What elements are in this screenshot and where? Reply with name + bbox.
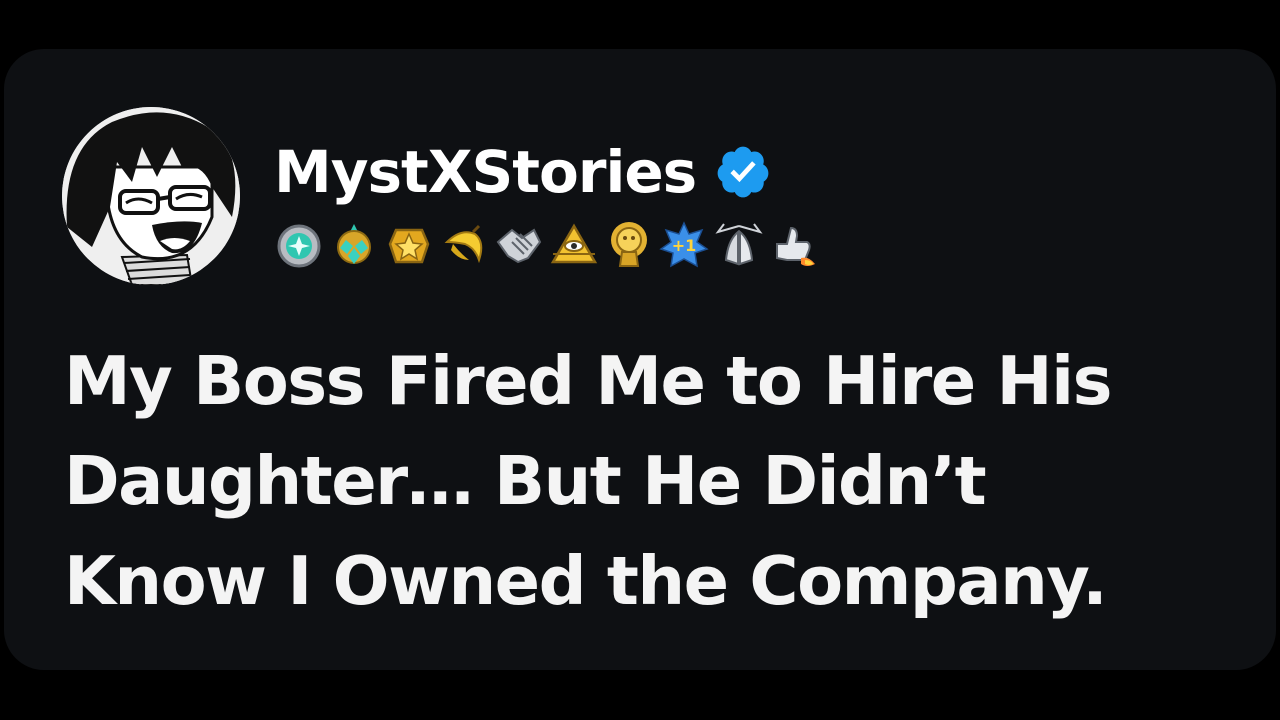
svg-text:+1: +1 <box>672 236 697 255</box>
username-row: MystXStories <box>274 137 772 207</box>
banana-badge-icon[interactable] <box>439 220 489 270</box>
avatar[interactable] <box>62 107 240 285</box>
headline-line: Daughter… But He Didn’t <box>64 442 987 520</box>
pyramid-eye-badge-icon[interactable] <box>549 220 599 270</box>
handshake-badge-icon[interactable] <box>494 220 544 270</box>
headline-line: My Boss Fired Me to Hire His <box>64 342 1112 420</box>
verified-badge-icon <box>717 146 769 198</box>
headline-line: Know I Owned the Company. <box>64 542 1108 620</box>
plus-one-badge-icon[interactable]: +1 <box>659 220 709 270</box>
praying-hands-badge-icon[interactable] <box>714 220 764 270</box>
post-card: MystXStories +1 My Boss Fired Me to Hire… <box>4 49 1276 670</box>
username[interactable]: MystXStories <box>274 143 697 201</box>
thumbs-up-rocket-badge-icon[interactable] <box>769 220 819 270</box>
badge-row: +1 <box>274 217 824 273</box>
golden-idol-badge-icon[interactable] <box>604 220 654 270</box>
anime-boy-laughing-avatar-icon <box>62 107 240 285</box>
triple-gem-badge-icon[interactable] <box>329 220 379 270</box>
gold-star-badge-icon[interactable] <box>384 220 434 270</box>
post-headline: My Boss Fired Me to Hire His Daughter… B… <box>64 331 1224 631</box>
silver-medal-badge-icon[interactable] <box>274 220 324 270</box>
